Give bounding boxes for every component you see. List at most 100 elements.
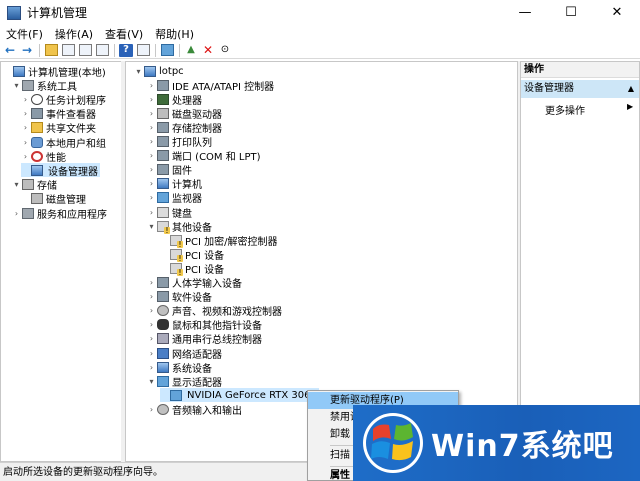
actions-device-manager[interactable]: 设备管理器 ▲ <box>521 80 639 98</box>
tree-item[interactable]: › 磁盘驱动器 <box>147 106 222 121</box>
tree-item[interactable]: 计算机管理(本地) <box>3 64 106 79</box>
display-adapter-icon <box>157 375 169 387</box>
tree-item-label: 人体学输入设备 <box>172 279 242 290</box>
action-pane-icon[interactable] <box>136 44 150 57</box>
expander-chevron-icon[interactable]: › <box>147 292 156 301</box>
expander-chevron-icon[interactable]: › <box>147 349 156 358</box>
watermark-banner: Win7系统吧 <box>353 405 640 481</box>
expander-chevron-icon[interactable]: › <box>147 137 156 146</box>
menu-view[interactable]: 查看(V) <box>99 26 149 42</box>
maximize-button[interactable]: ☐ <box>548 0 594 25</box>
tree-item[interactable]: NVIDIA GeForce RTX 3060 <box>160 388 319 403</box>
minimize-button[interactable]: — <box>502 0 548 25</box>
tree-item[interactable]: PCI 设备 <box>160 261 225 276</box>
expander-chevron-icon[interactable]: › <box>21 138 30 147</box>
tree-item[interactable]: › 共享文件夹 <box>21 121 96 135</box>
menu-help[interactable]: 帮助(H) <box>149 26 200 42</box>
expander-chevron-icon[interactable]: ▾ <box>147 222 156 231</box>
tree-item[interactable]: › 软件设备 <box>147 290 212 304</box>
expander-chevron-icon[interactable]: › <box>147 95 156 104</box>
tree-item[interactable]: › 事件查看器 <box>21 107 96 121</box>
expander-chevron-icon[interactable]: › <box>147 320 156 329</box>
tree-item[interactable]: › 性能 <box>21 149 66 164</box>
forward-arrow-icon[interactable]: → <box>20 44 34 57</box>
expander-chevron-icon[interactable]: › <box>147 179 156 188</box>
mouse-icon <box>157 319 169 331</box>
tree-item[interactable]: › IDE ATA/ATAPI 控制器 <box>147 78 274 93</box>
tree-item[interactable]: 设备管理器 <box>21 163 100 178</box>
tree-item[interactable]: › 服务和应用程序 <box>12 206 107 221</box>
expander-chevron-icon[interactable]: › <box>21 95 30 104</box>
expander-chevron-icon[interactable]: › <box>147 123 156 132</box>
expander-chevron-icon[interactable]: ▾ <box>134 67 143 76</box>
expander-chevron-icon[interactable]: › <box>21 152 30 161</box>
tree-item[interactable]: › 网络适配器 <box>147 346 222 361</box>
tree-item[interactable]: › 鼠标和其他指针设备 <box>147 318 262 332</box>
scan-hardware-icon[interactable]: ⊙ <box>218 44 232 57</box>
tree-item[interactable]: › 监视器 <box>147 191 202 205</box>
tree-item-label: 鼠标和其他指针设备 <box>172 321 262 333</box>
expander-chevron-icon[interactable]: › <box>147 151 156 160</box>
menu-file[interactable]: 文件(F) <box>0 26 49 42</box>
expander-chevron-icon[interactable]: › <box>147 334 156 343</box>
tree-item[interactable]: ▾ 其他设备 <box>147 219 212 234</box>
expander-chevron-icon[interactable]: › <box>12 209 21 218</box>
console-tree-pane: 计算机管理(本地) ▾ 系统工具 › 任务计划程序 › 事件查看器 › 共享文件夹 › 本地用户和组… <box>0 61 122 462</box>
printer-icon <box>157 136 169 147</box>
tree-item[interactable]: › 处理器 <box>147 92 202 107</box>
expander-chevron-icon[interactable]: › <box>147 363 156 372</box>
expander-chevron-icon[interactable]: › <box>147 193 156 202</box>
up-folder-icon[interactable] <box>44 44 58 57</box>
expander-chevron-icon[interactable]: › <box>147 278 156 287</box>
expander-chevron-icon[interactable]: › <box>147 109 156 118</box>
expander-chevron-icon[interactable]: › <box>147 306 156 315</box>
tree-item[interactable]: › 系统设备 <box>147 360 212 375</box>
tree-item[interactable]: › 声音、视频和游戏控制器 <box>147 304 282 318</box>
expander-chevron-icon[interactable]: › <box>147 165 156 174</box>
tree-item[interactable]: › 打印队列 <box>147 135 212 149</box>
menu-action[interactable]: 操作(A) <box>49 26 99 42</box>
uninstall-icon[interactable]: ✕ <box>201 44 215 57</box>
expander-chevron-icon[interactable]: › <box>147 208 156 217</box>
expander-chevron-icon[interactable]: › <box>147 405 156 414</box>
export-list-icon[interactable] <box>78 44 92 57</box>
window-title: 计算机管理 <box>27 6 88 20</box>
more-actions[interactable]: 更多操作 ▶ <box>545 102 633 117</box>
tree-item[interactable]: › 通用串行总线控制器 <box>147 332 262 346</box>
actions-pane: 操作 设备管理器 ▲ 更多操作 ▶ <box>520 61 640 462</box>
help-icon[interactable]: ? <box>119 43 133 57</box>
tree-item[interactable]: › 端口 (COM 和 LPT) <box>147 149 261 163</box>
expander-chevron-icon[interactable]: › <box>147 81 156 90</box>
tree-item[interactable]: › 计算机 <box>147 177 202 191</box>
show-hide-tree-icon[interactable] <box>61 44 75 57</box>
collapse-up-icon[interactable]: ▲ <box>628 80 634 98</box>
back-arrow-icon[interactable]: ← <box>3 44 17 57</box>
tree-item[interactable]: › 任务计划程序 <box>21 92 106 107</box>
tree-item[interactable]: ▾ 存储 <box>12 178 57 192</box>
expander-chevron-icon[interactable]: ▾ <box>12 180 21 189</box>
tree-item[interactable]: ▾ 系统工具 <box>12 78 77 93</box>
tree-item[interactable]: PCI 加密/解密控制器 <box>160 233 278 248</box>
tree-item[interactable]: ▾ lotpc <box>134 64 184 78</box>
expander-chevron-icon[interactable]: › <box>21 123 30 132</box>
expander-chevron-icon[interactable]: ▾ <box>12 81 21 90</box>
tree-item[interactable]: › 存储控制器 <box>147 120 222 135</box>
tree-item[interactable]: › 音频输入和输出 <box>147 402 242 417</box>
more-actions-label: 更多操作 <box>545 106 585 117</box>
expander-chevron-icon[interactable]: ▾ <box>147 377 156 386</box>
close-button[interactable]: ✕ <box>594 0 640 25</box>
windows-logo-icon <box>363 413 423 473</box>
update-driver-icon[interactable]: ▲ <box>184 44 198 57</box>
tree-item[interactable]: 磁盘管理 <box>21 192 86 206</box>
tree-item-label: PCI 设备 <box>185 264 225 276</box>
tree-item[interactable]: ▾ 显示适配器 <box>147 374 222 389</box>
tree-item[interactable]: › 本地用户和组 <box>21 135 106 150</box>
tree-item[interactable]: › 键盘 <box>147 205 192 220</box>
tree-item[interactable]: › 固件 <box>147 163 192 177</box>
expander-chevron-icon[interactable]: › <box>21 109 30 118</box>
tree-item[interactable]: › 人体学输入设备 <box>147 276 242 290</box>
tree-item-label: 音频输入和输出 <box>172 405 242 417</box>
monitor-icon[interactable] <box>160 44 174 57</box>
tree-item[interactable]: PCI 设备 <box>160 247 224 262</box>
properties-icon[interactable] <box>95 44 109 57</box>
